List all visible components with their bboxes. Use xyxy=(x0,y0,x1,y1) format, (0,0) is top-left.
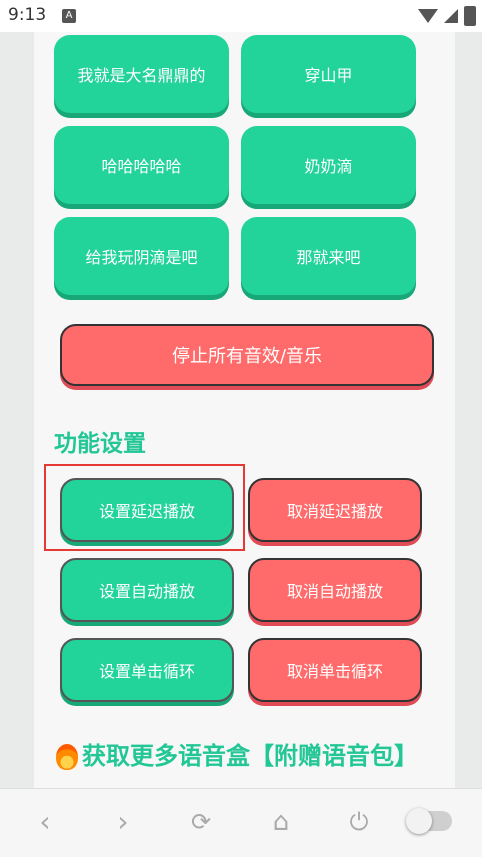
sound-button-4[interactable]: 奶奶滴 xyxy=(241,126,416,204)
notification-icon: A xyxy=(62,9,76,23)
toggle-knob xyxy=(406,808,432,834)
stop-all-button[interactable]: 停止所有音效/音乐 xyxy=(60,324,434,386)
sound-button-5[interactable]: 给我玩阴滴是吧 xyxy=(54,217,229,295)
sound-button-1[interactable]: 我就是大名鼎鼎的 xyxy=(54,35,229,113)
home-icon[interactable]: ⌂ xyxy=(266,807,296,837)
wifi-icon xyxy=(418,9,438,23)
power-icon[interactable]: ⏻ xyxy=(344,807,374,837)
function-settings-title: 功能设置 xyxy=(54,431,146,457)
system-icons xyxy=(418,6,476,26)
more-voice-box-text: 获取更多语音盒【附赠语音包】 xyxy=(82,742,418,770)
cancel-loop-button[interactable]: 取消单击循环 xyxy=(248,638,422,702)
set-delay-button[interactable]: 设置延迟播放 xyxy=(60,478,234,542)
content-area: 我就是大名鼎鼎的 穿山甲 哈哈哈哈哈 奶奶滴 给我玩阴滴是吧 那就来吧 停止所有… xyxy=(34,32,455,788)
sound-button-2[interactable]: 穿山甲 xyxy=(241,35,416,113)
sound-button-3[interactable]: 哈哈哈哈哈 xyxy=(54,126,229,204)
signal-icon xyxy=(444,9,458,23)
clock: 9:13 xyxy=(8,5,47,25)
more-voice-box-heading[interactable]: 获取更多语音盒【附赠语音包】 xyxy=(56,738,436,774)
status-bar: 9:13 A xyxy=(0,0,482,32)
bottom-navigation: ‹ › ⟳ ⌂ ⏻ xyxy=(0,788,482,857)
battery-icon xyxy=(464,6,476,26)
forward-icon[interactable]: › xyxy=(108,807,138,837)
toggle-switch[interactable] xyxy=(406,808,452,834)
cancel-auto-button[interactable]: 取消自动播放 xyxy=(248,558,422,622)
fire-icon xyxy=(56,744,78,770)
set-loop-button[interactable]: 设置单击循环 xyxy=(60,638,234,702)
reload-icon[interactable]: ⟳ xyxy=(186,807,216,837)
set-auto-button[interactable]: 设置自动播放 xyxy=(60,558,234,622)
cancel-delay-button[interactable]: 取消延迟播放 xyxy=(248,478,422,542)
back-icon[interactable]: ‹ xyxy=(30,807,60,837)
sound-button-6[interactable]: 那就来吧 xyxy=(241,217,416,295)
